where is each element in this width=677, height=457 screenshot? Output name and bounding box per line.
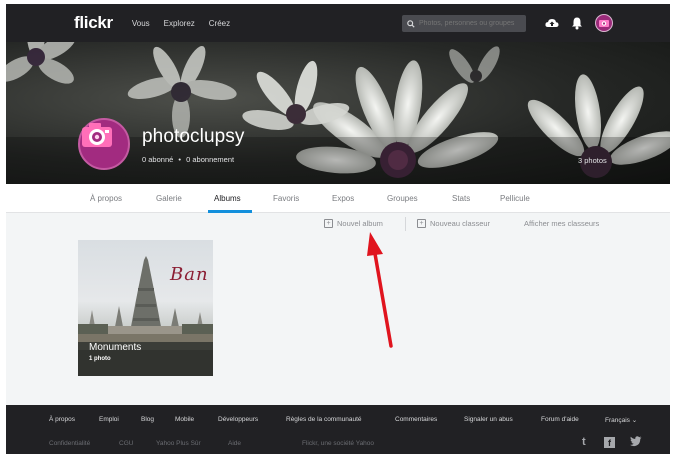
- search-input[interactable]: [419, 20, 523, 27]
- top-navigation: flickr Vous Explorez Créez: [6, 4, 670, 42]
- bell-icon[interactable]: [569, 15, 585, 31]
- nav-link-vous[interactable]: Vous: [132, 19, 150, 28]
- footer-link-confidentialite[interactable]: Confidentialité: [49, 440, 90, 447]
- footer: À propos Emploi Blog Mobile Développeurs…: [6, 405, 670, 454]
- search-icon[interactable]: [407, 15, 415, 33]
- footer-link-signaler[interactable]: Signaler un abus: [464, 416, 513, 423]
- add-icon: +: [324, 219, 333, 228]
- tab-galerie[interactable]: Galerie: [156, 194, 182, 203]
- language-selector[interactable]: Français ⌄: [605, 416, 637, 424]
- photo-count: 3 photos: [578, 156, 607, 165]
- show-collections-label: Afficher mes classeurs: [524, 219, 600, 228]
- footer-link-blog[interactable]: Blog: [141, 416, 154, 423]
- show-collections-link[interactable]: Afficher mes classeurs: [524, 219, 599, 228]
- tab-pellicule[interactable]: Pellicule: [500, 194, 530, 203]
- footer-link-mobile[interactable]: Mobile: [175, 416, 194, 423]
- search-box[interactable]: [402, 15, 526, 32]
- footer-link-regles[interactable]: Règles de la communauté: [286, 416, 362, 423]
- tab-a-propos[interactable]: À propos: [90, 194, 122, 203]
- footer-link-developpeurs[interactable]: Développeurs: [218, 416, 258, 423]
- new-collection-button[interactable]: + Nouveau classeur: [417, 219, 490, 228]
- footer-link-commentaires[interactable]: Commentaires: [395, 416, 437, 423]
- footer-link-aide[interactable]: Aide: [228, 440, 241, 447]
- profile-avatar[interactable]: [78, 118, 130, 170]
- follow-counts: 0 abonné • 0 abonnement: [142, 155, 234, 164]
- tab-expos[interactable]: Expos: [332, 194, 354, 203]
- album-cover-text: Ban: [170, 264, 209, 285]
- followers-link[interactable]: 0 abonné: [142, 155, 173, 164]
- album-title: Monuments: [89, 342, 142, 353]
- add-icon: +: [417, 219, 426, 228]
- tumblr-icon[interactable]: t: [582, 436, 586, 448]
- profile-name: photoclupsy: [142, 126, 245, 147]
- footer-link-cgu[interactable]: CGU: [119, 440, 133, 447]
- camera-logo-icon: [82, 123, 112, 147]
- profile-tabs: À propos Galerie Albums Favoris Expos Gr…: [6, 184, 670, 213]
- tab-groupes[interactable]: Groupes: [387, 194, 418, 203]
- avatar[interactable]: [595, 14, 613, 32]
- footer-link-forum[interactable]: Forum d'aide: [541, 416, 579, 423]
- following-link[interactable]: 0 abonnement: [186, 155, 234, 164]
- nav-link-creez[interactable]: Créez: [209, 19, 230, 28]
- tab-favoris[interactable]: Favoris: [273, 194, 299, 203]
- footer-link-yahoo-plus-sur[interactable]: Yahoo Plus Sûr: [156, 440, 201, 447]
- facebook-icon[interactable]: f: [604, 437, 615, 448]
- new-collection-label: Nouveau classeur: [430, 219, 491, 228]
- album-card-monuments[interactable]: Ban Monuments 1 photo: [78, 240, 213, 376]
- twitter-icon[interactable]: [630, 436, 642, 450]
- tab-albums[interactable]: Albums: [214, 194, 241, 203]
- cover-banner: photoclupsy 0 abonné • 0 abonnement 3 ph…: [6, 42, 670, 184]
- page-frame: flickr Vous Explorez Créez Photos, perso…: [6, 4, 670, 454]
- nav-link-explorez[interactable]: Explorez: [164, 19, 195, 28]
- upload-cloud-icon[interactable]: [544, 15, 560, 31]
- footer-link-a-propos[interactable]: À propos: [49, 416, 75, 423]
- follow-separator: •: [178, 155, 182, 164]
- album-photo-count: 1 photo: [89, 356, 111, 362]
- tab-stats[interactable]: Stats: [452, 194, 470, 203]
- action-divider: [405, 217, 406, 231]
- red-arrow-annotation: [367, 232, 393, 348]
- footer-copyright: Flickr, une société Yahoo: [302, 440, 375, 447]
- flickr-logo[interactable]: flickr: [74, 13, 113, 33]
- footer-link-emploi[interactable]: Emploi: [99, 416, 119, 423]
- active-tab-indicator: [208, 210, 252, 213]
